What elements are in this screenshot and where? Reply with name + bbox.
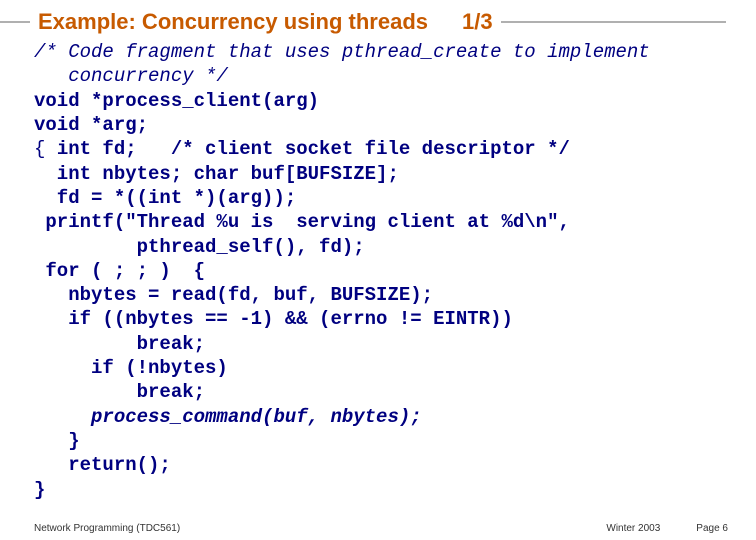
slide: Example: Concurrency using threads 1/3 /… <box>0 0 756 540</box>
code-line: for ( ; ; ) { <box>34 260 205 282</box>
footer-term: Winter 2003 <box>606 523 660 534</box>
divider-left <box>0 21 30 23</box>
footer-left: Network Programming (TDC561) <box>34 523 180 534</box>
divider-right <box>501 21 726 23</box>
code-line: if (!nbytes) <box>34 357 228 379</box>
code-line: } <box>34 430 80 452</box>
code-line: /* Code fragment that uses pthread_creat… <box>34 41 650 63</box>
code-line: { int fd; /* client socket file descript… <box>34 138 570 160</box>
code-line: pthread_self(), fd); <box>34 236 365 258</box>
code-line: concurrency */ <box>34 65 228 87</box>
code-line: nbytes = read(fd, buf, BUFSIZE); <box>34 284 433 306</box>
code-line: printf("Thread %u is serving client at %… <box>34 211 570 233</box>
code-line: fd = *((int *)(arg)); <box>34 187 296 209</box>
code-line: break; <box>34 381 205 403</box>
code-line: return(); <box>34 454 171 476</box>
title-row: Example: Concurrency using threads 1/3 <box>0 8 756 36</box>
code-line: } <box>34 479 45 501</box>
code-line: if ((nbytes == -1) && (errno != EINTR)) <box>34 308 513 330</box>
code-line: void *arg; <box>34 114 148 136</box>
slide-title: Example: Concurrency using threads <box>34 9 432 35</box>
code-block: /* Code fragment that uses pthread_creat… <box>0 36 756 502</box>
footer-page: Page 6 <box>696 523 728 534</box>
slide-page-indicator: 1/3 <box>432 9 493 35</box>
footer: Network Programming (TDC561) Winter 2003… <box>0 523 756 534</box>
code-line: process_command(buf, nbytes); <box>34 406 422 428</box>
code-line: void *process_client(arg) <box>34 90 319 112</box>
code-line: int nbytes; char buf[BUFSIZE]; <box>34 163 399 185</box>
footer-right-group: Winter 2003 Page 6 <box>606 523 728 534</box>
code-line: break; <box>34 333 205 355</box>
